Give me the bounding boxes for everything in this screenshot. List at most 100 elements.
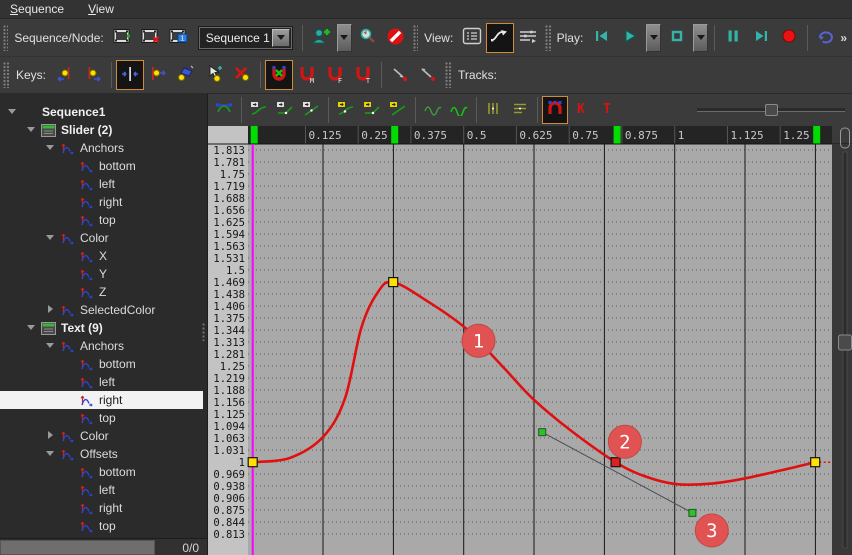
select-add-key-button[interactable]	[200, 60, 228, 90]
vslider-thumb[interactable]	[838, 334, 852, 351]
tree-item-bottom[interactable]: bottom	[0, 157, 203, 175]
toolbar-grip[interactable]	[412, 24, 419, 51]
ease-in-button[interactable]	[386, 60, 414, 90]
keyframe-selected[interactable]	[610, 457, 621, 468]
plot-area[interactable]	[248, 144, 832, 555]
tree-item-sequence1[interactable]: Sequence1	[0, 103, 203, 121]
record-button[interactable]	[775, 23, 803, 53]
skip-end-button[interactable]	[747, 23, 775, 53]
pre-infinity-button[interactable]	[420, 96, 446, 124]
curve-editor-canvas[interactable]: 0.125 0.25 0.375 0.5 0.625 0.75 0.875 1 1.125 1.2…	[208, 126, 852, 555]
show-keys-button[interactable]: K	[568, 96, 594, 124]
tree-item-text-9-[interactable]: Text (9)	[0, 319, 203, 337]
ruler-key-marker[interactable]	[813, 126, 821, 144]
toolbar-grip[interactable]	[3, 24, 9, 51]
expander-icon[interactable]	[8, 107, 18, 117]
post-infinity-button[interactable]	[446, 96, 472, 124]
key-brush-button[interactable]	[172, 60, 200, 90]
expander-icon[interactable]	[46, 341, 56, 351]
key-corner-button[interactable]	[359, 96, 385, 124]
snap-off-button[interactable]	[265, 60, 294, 90]
snap-markers-button[interactable]: M	[293, 60, 321, 90]
delete-key-button[interactable]	[228, 60, 256, 90]
sequence-combobox[interactable]: Sequence 1	[197, 25, 293, 50]
keyframe[interactable]	[810, 457, 821, 468]
fit-vertical-button[interactable]	[507, 96, 533, 124]
key-ease-button[interactable]	[333, 96, 359, 124]
ruler-key-marker[interactable]	[250, 126, 258, 144]
tree-horizontal-scrollbar[interactable]	[0, 540, 155, 555]
tree-item-anchors[interactable]: Anchors	[0, 337, 203, 355]
tree-item-color[interactable]: Color	[0, 427, 203, 445]
tree-item-x[interactable]: X	[0, 247, 203, 265]
set-key-button[interactable]	[144, 60, 172, 90]
menu-view[interactable]: View	[78, 1, 124, 17]
tree-item-bottom[interactable]: bottom	[0, 355, 203, 373]
show-tangents-button[interactable]	[211, 96, 237, 124]
add-node-button[interactable]	[307, 23, 335, 53]
tangent-handle[interactable]	[538, 428, 547, 437]
node-dropdown-button[interactable]	[336, 23, 352, 52]
tangent-handle[interactable]	[688, 508, 697, 517]
tree-item-right[interactable]: right	[0, 391, 203, 409]
keyframe[interactable]	[388, 277, 399, 288]
expander-icon[interactable]	[27, 323, 37, 333]
tree-item-top[interactable]: top	[0, 517, 203, 535]
view-dopesheet-button[interactable]	[514, 23, 542, 53]
tree-item-color[interactable]: Color	[0, 229, 203, 247]
tree-item-y[interactable]: Y	[0, 265, 203, 283]
tree-item-anchors[interactable]: Anchors	[0, 139, 203, 157]
view-curves-button[interactable]	[486, 22, 515, 53]
pause-button[interactable]	[719, 23, 747, 53]
view-list-button[interactable]	[458, 23, 486, 53]
horizontal-zoom-slider[interactable]	[697, 104, 845, 116]
expander-icon[interactable]	[46, 233, 56, 243]
pick-node-button[interactable]	[354, 23, 382, 53]
hslider-thumb[interactable]	[765, 104, 778, 116]
combobox-dropdown-icon[interactable]	[271, 28, 290, 47]
linear-tangent-button[interactable]	[298, 96, 324, 124]
tree-item-z[interactable]: Z	[0, 283, 203, 301]
play-dropdown-button[interactable]	[646, 23, 662, 52]
sequence-info-button[interactable]: i	[165, 23, 193, 53]
tree-scrollbar[interactable]	[202, 323, 206, 341]
snap-curve-button[interactable]	[542, 95, 568, 124]
toolbar-grip[interactable]	[445, 62, 453, 88]
add-sequence-button[interactable]	[109, 23, 137, 53]
expander-icon[interactable]	[46, 449, 56, 459]
key-linear-button[interactable]	[385, 96, 411, 124]
next-key-button[interactable]	[79, 60, 107, 90]
toolbar-overflow-button[interactable]: »	[840, 31, 847, 45]
stop-dropdown-button[interactable]	[693, 23, 709, 52]
snap-frames-button[interactable]: F	[321, 60, 349, 90]
toolbar-grip[interactable]	[3, 62, 10, 88]
snap-time-button[interactable]: T	[349, 60, 377, 90]
loop-button[interactable]	[812, 23, 840, 53]
ruler-key-marker[interactable]	[391, 126, 399, 144]
delete-sequence-button[interactable]	[137, 23, 165, 53]
tree-item-right[interactable]: right	[0, 499, 203, 517]
ruler-key-marker[interactable]	[613, 126, 621, 144]
prev-key-button[interactable]	[51, 60, 79, 90]
tree-item-offsets[interactable]: Offsets	[0, 445, 203, 463]
tree-item-selectedcolor[interactable]: SelectedColor	[0, 301, 203, 319]
stop-button[interactable]	[663, 23, 691, 53]
keyframe[interactable]	[247, 457, 258, 468]
tree-item-right[interactable]: right	[0, 193, 203, 211]
tree-item-left[interactable]: left	[0, 373, 203, 391]
expander-icon[interactable]	[46, 305, 56, 315]
auto-tangent-button[interactable]	[246, 96, 272, 124]
tree-item-bottom[interactable]: bottom	[0, 463, 203, 481]
add-key-button[interactable]	[116, 60, 145, 90]
expander-icon[interactable]	[46, 431, 56, 441]
menu-sequence[interactable]: Sequence	[0, 1, 74, 17]
ease-out-button[interactable]	[414, 60, 442, 90]
tree-item-top[interactable]: top	[0, 409, 203, 427]
smooth-tangent-button[interactable]	[272, 96, 298, 124]
tree-item-slider-2-[interactable]: Slider (2)	[0, 121, 203, 139]
tree-item-top[interactable]: top	[0, 211, 203, 229]
play-button[interactable]	[616, 23, 644, 53]
skip-start-button[interactable]	[588, 23, 616, 53]
expander-icon[interactable]	[46, 143, 56, 153]
tree-item-left[interactable]: left	[0, 481, 203, 499]
